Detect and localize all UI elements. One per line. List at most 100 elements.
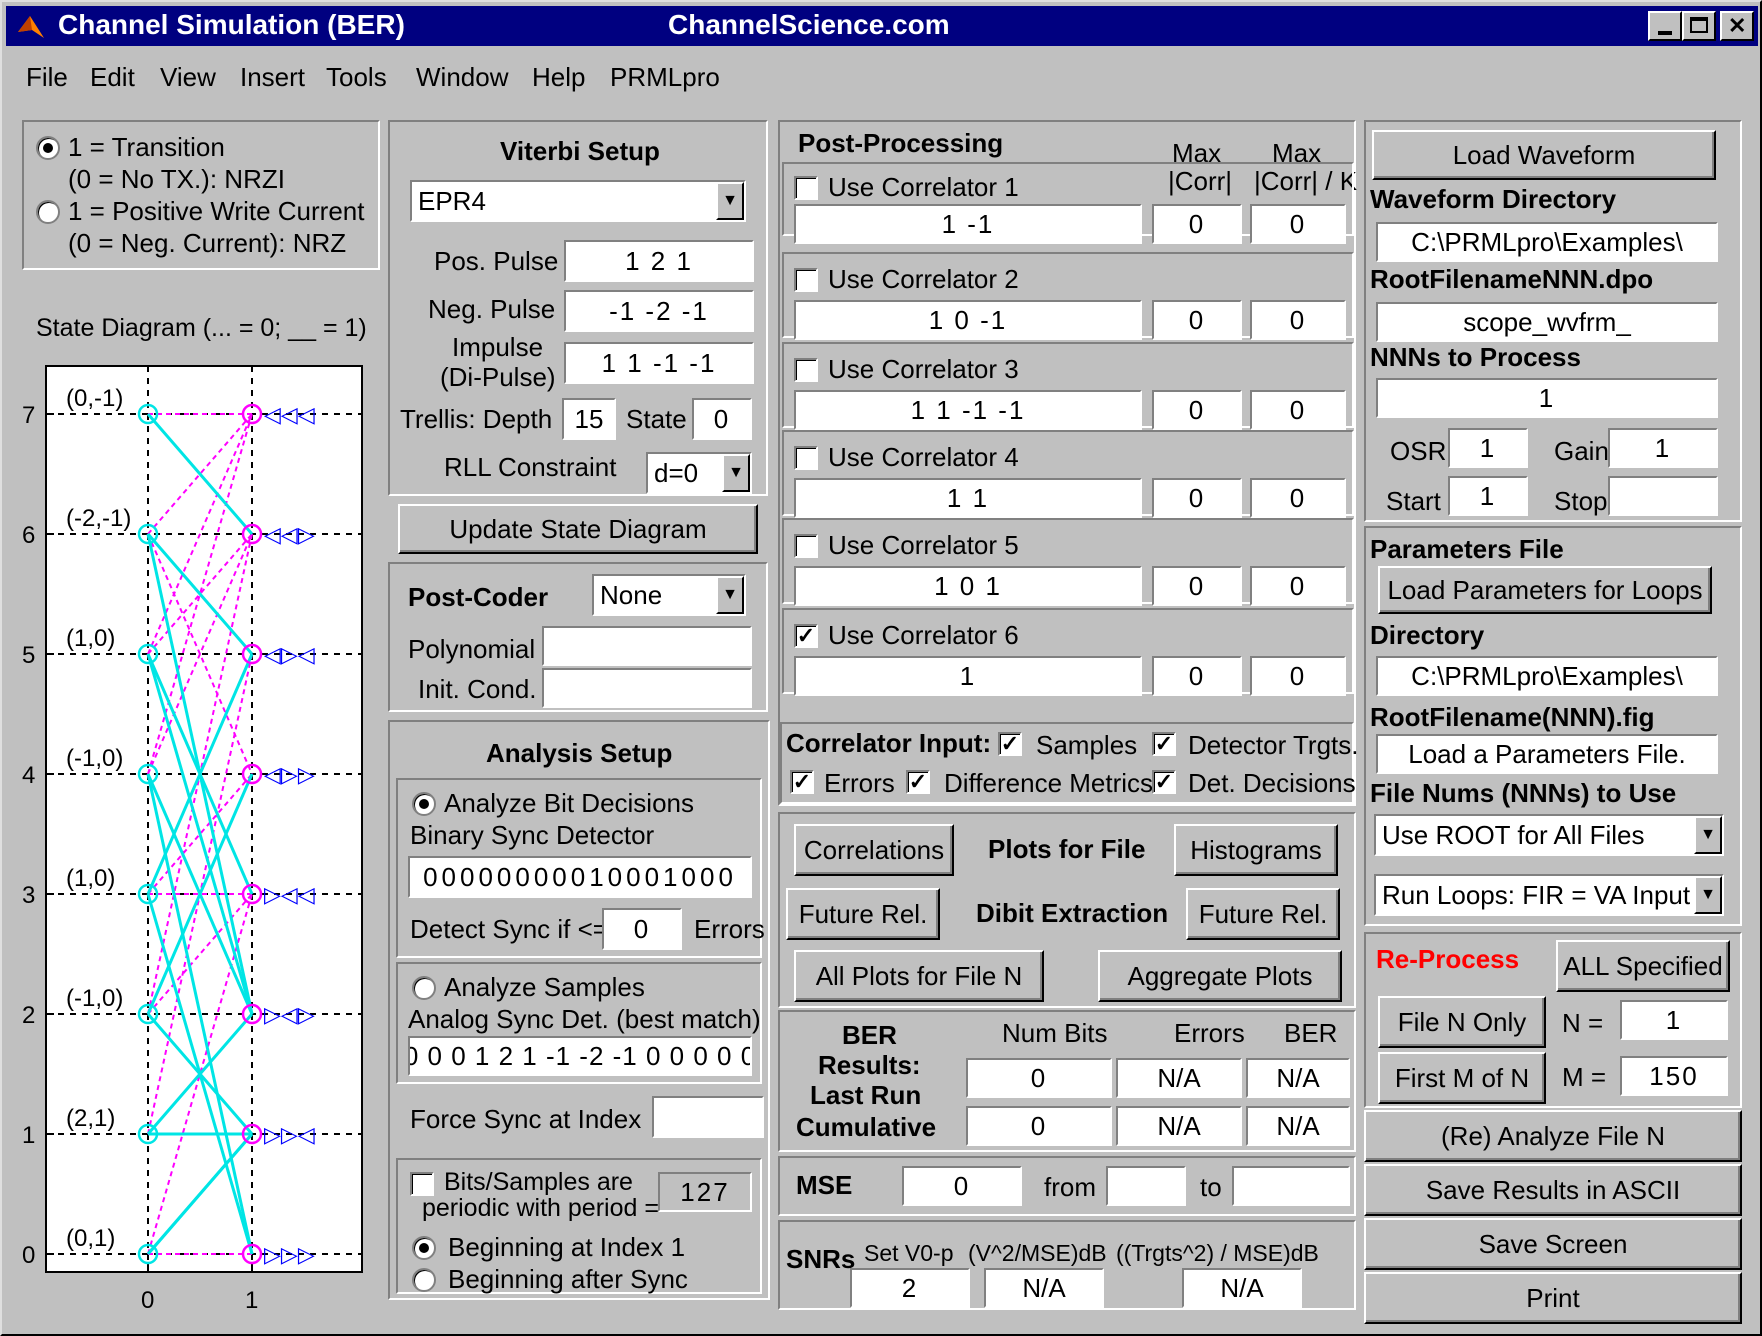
periodic-checkbox[interactable] xyxy=(410,1172,434,1196)
close-button[interactable]: ✕ xyxy=(1720,11,1754,41)
correlator-value-field[interactable]: 1 xyxy=(794,656,1142,696)
update-state-diagram-button[interactable]: Update State Diagram xyxy=(398,504,758,554)
nnn-field[interactable]: 1 xyxy=(1376,378,1718,418)
use-correlator-checkbox[interactable] xyxy=(794,176,818,200)
params-root-field[interactable]: Load a Parameters File. xyxy=(1376,734,1718,774)
nrzi-radio[interactable] xyxy=(36,136,60,160)
dropdown-arrow-icon: ▼ xyxy=(716,576,744,614)
future-rel-button-right[interactable]: Future Rel. xyxy=(1186,888,1340,940)
save-screen-button[interactable]: Save Screen xyxy=(1364,1218,1742,1270)
trellis-depth-field[interactable]: 15 xyxy=(562,398,616,440)
minimize-button[interactable] xyxy=(1648,11,1682,41)
file-nums-dropdown[interactable]: Use ROOT for All Files ▼ xyxy=(1374,814,1724,856)
correlator-value-field[interactable]: 1 0 -1 xyxy=(794,300,1142,340)
aggregate-plots-button[interactable]: Aggregate Plots xyxy=(1098,950,1342,1002)
period-field[interactable]: 127 xyxy=(658,1172,752,1212)
use-correlator-checkbox[interactable] xyxy=(794,268,818,292)
reanalyze-button[interactable]: (Re) Analyze File N xyxy=(1364,1110,1742,1162)
menu-edit[interactable]: Edit xyxy=(90,62,135,93)
force-sync-field[interactable] xyxy=(652,1096,764,1138)
correlator-value-field[interactable]: 1 -1 xyxy=(794,204,1142,244)
det-decisions-checkbox[interactable]: ✓ xyxy=(1152,770,1176,794)
correlator-value-field[interactable]: 1 1 -1 -1 xyxy=(794,390,1142,430)
max-corrk-field: 0 xyxy=(1250,300,1346,340)
params-dir-label: Directory xyxy=(1370,620,1485,650)
histograms-button[interactable]: Histograms xyxy=(1174,824,1338,876)
load-parameters-button[interactable]: Load Parameters for Loops xyxy=(1378,566,1712,614)
correlator-row: Use Correlator 31 1 -1 -1 0 0 xyxy=(782,342,1354,430)
stop-field[interactable] xyxy=(1608,476,1718,516)
viterbi-panel: Viterbi Setup EPR4 ▼ Pos. Pulse 1 2 1 Ne… xyxy=(388,120,768,496)
root-filename-field[interactable]: scope_wvfrm_ xyxy=(1376,302,1718,342)
use-correlator-checkbox[interactable] xyxy=(794,446,818,470)
correlator-value-field[interactable]: 1 1 xyxy=(794,478,1142,518)
analog-sync-field[interactable]: 0 0 0 1 2 1 -1 -2 -1 0 0 0 0 0 xyxy=(408,1036,752,1076)
run-loops-dropdown[interactable]: Run Loops: FIR = VA Input ▼ xyxy=(1374,874,1724,916)
use-correlator-checkbox[interactable] xyxy=(794,534,818,558)
pos-pulse-field[interactable]: 1 2 1 xyxy=(564,240,754,282)
use-correlator-checkbox[interactable] xyxy=(794,358,818,382)
analyze-samples-radio[interactable] xyxy=(412,976,436,1000)
rll-dropdown[interactable]: d=0 ▼ xyxy=(646,452,752,494)
begin-index-radio[interactable] xyxy=(412,1236,436,1260)
maximize-button[interactable] xyxy=(1682,11,1716,41)
print-button[interactable]: Print xyxy=(1364,1272,1742,1324)
load-waveform-button[interactable]: Load Waveform xyxy=(1372,130,1716,180)
state-label: (1,0) xyxy=(66,625,115,652)
menu-prmlpro[interactable]: PRMLpro xyxy=(610,62,720,93)
init-cond-field[interactable] xyxy=(542,668,752,708)
osr-field[interactable]: 1 xyxy=(1448,428,1528,468)
difference-metrics-checkbox[interactable]: ✓ xyxy=(906,770,930,794)
y-tick-label: 0 xyxy=(22,1242,35,1269)
gain-field[interactable]: 1 xyxy=(1608,428,1718,468)
menu-view[interactable]: View xyxy=(160,62,216,93)
menu-help[interactable]: Help xyxy=(532,62,585,93)
start-field[interactable]: 1 xyxy=(1448,476,1528,516)
target-dropdown[interactable]: EPR4 ▼ xyxy=(410,180,746,222)
postcoder-dropdown[interactable]: None ▼ xyxy=(592,574,746,616)
save-ascii-button[interactable]: Save Results in ASCII xyxy=(1364,1164,1742,1216)
use-correlator-label: Use Correlator 2 xyxy=(828,264,1019,294)
state-diagram-title: State Diagram (... = 0; __ = 1) xyxy=(36,314,367,342)
maximize-icon xyxy=(1690,17,1708,33)
max-corr-field: 0 xyxy=(1152,390,1242,430)
binary-sync-field[interactable]: 00000000010001000 xyxy=(408,856,752,898)
max-corr-field: 0 xyxy=(1152,478,1242,518)
params-dir-field[interactable]: C:\PRMLpro\Examples\ xyxy=(1376,656,1718,696)
mse-to-field[interactable] xyxy=(1232,1166,1350,1206)
menu-tools[interactable]: Tools xyxy=(326,62,387,93)
menu-insert[interactable]: Insert xyxy=(240,62,305,93)
mse-from-field[interactable] xyxy=(1106,1166,1186,1206)
samples-checkbox[interactable]: ✓ xyxy=(998,732,1022,756)
neg-pulse-field[interactable]: -1 -2 -1 xyxy=(564,290,754,332)
nrz-radio[interactable] xyxy=(36,200,60,224)
detector-targets-checkbox[interactable]: ✓ xyxy=(1152,732,1176,756)
v0p-field[interactable]: 2 xyxy=(850,1268,970,1308)
correlator-value-field[interactable]: 1 0 1 xyxy=(794,566,1142,606)
first-m-of-n-button[interactable]: First M of N xyxy=(1378,1052,1546,1104)
analyze-bits-radio[interactable] xyxy=(412,792,436,816)
future-rel-button-left[interactable]: Future Rel. xyxy=(786,888,940,940)
waveform-dir-field[interactable]: C:\PRMLpro\Examples\ xyxy=(1376,222,1718,262)
detect-sync-field[interactable]: 0 xyxy=(602,908,682,950)
last-run-bits: 0 xyxy=(966,1058,1112,1098)
title-bar[interactable]: Channel Simulation (BER) ChannelScience.… xyxy=(6,6,1758,46)
file-n-only-button[interactable]: File N Only xyxy=(1378,996,1546,1048)
impulse-field[interactable]: 1 1 -1 -1 xyxy=(564,342,754,384)
correlations-button[interactable]: Correlations xyxy=(794,824,954,876)
use-correlator-checkbox[interactable]: ✓ xyxy=(794,624,818,648)
all-plots-button[interactable]: All Plots for File N xyxy=(794,950,1044,1002)
m-field[interactable]: 150 xyxy=(1620,1056,1728,1096)
errors-checkbox[interactable]: ✓ xyxy=(790,770,814,794)
menu-file[interactable]: File xyxy=(26,62,68,93)
all-specified-button[interactable]: ALL Specified xyxy=(1556,940,1730,992)
polynomial-field[interactable] xyxy=(542,626,752,666)
state-field[interactable]: 0 xyxy=(692,398,752,440)
max-corrk-field: 0 xyxy=(1250,656,1346,696)
begin-sync-radio[interactable] xyxy=(412,1268,436,1292)
menu-window[interactable]: Window xyxy=(416,62,508,93)
state-label: (2,1) xyxy=(66,1105,115,1132)
analyze-bits-label: Analyze Bit Decisions xyxy=(444,788,694,818)
n-field[interactable]: 1 xyxy=(1620,1000,1728,1040)
post-processing-panel: Post-Processing Max |Corr| Max |Corr| / … xyxy=(778,120,1359,806)
